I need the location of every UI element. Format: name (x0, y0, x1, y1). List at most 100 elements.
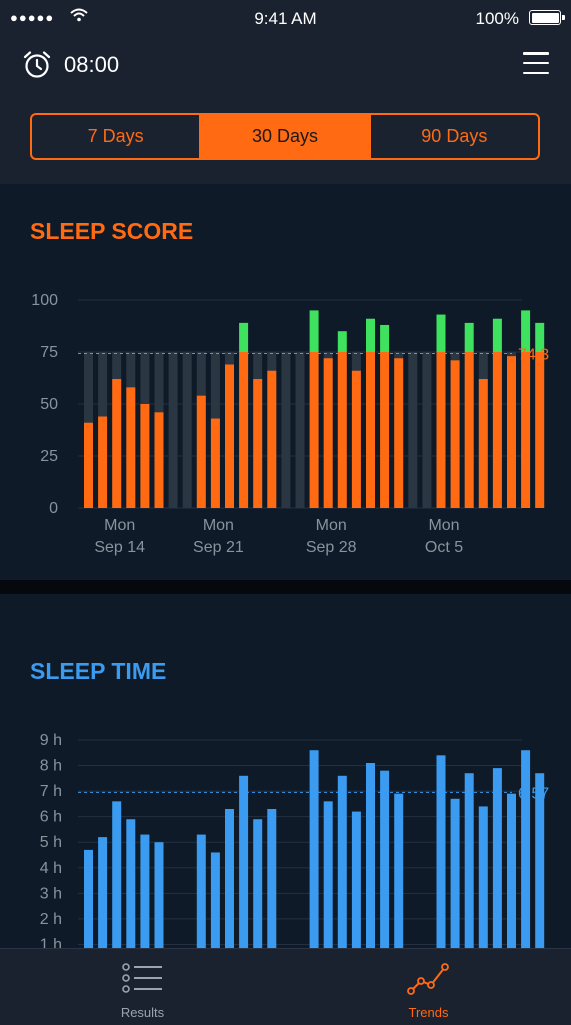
score-bar-above-threshold (380, 324, 390, 352)
time-bar (337, 775, 347, 948)
sleep-time-chart: 0 h1 h2 h3 h4 h5 h6 h7 h8 h9 h6:57 (0, 724, 571, 948)
trends-icon (286, 961, 571, 995)
section-divider (0, 580, 571, 594)
score-x-tick-date: Sep 14 (94, 539, 145, 556)
score-background-bar (422, 352, 432, 508)
score-bar (126, 387, 136, 508)
score-bar (140, 404, 150, 508)
time-bar (210, 852, 220, 948)
score-y-tick: 100 (31, 292, 58, 309)
time-bar (380, 770, 390, 948)
battery-icon (529, 10, 565, 25)
time-bar (140, 834, 150, 948)
score-background-bar (281, 352, 291, 508)
time-y-tick: 1 h (40, 936, 62, 948)
time-bar (464, 773, 474, 948)
sleep-time-card: SLEEP TIME 0 h1 h2 h3 h4 h5 h6 h7 h8 h9 … (0, 594, 571, 948)
tab-trends-label: Trends (408, 1005, 449, 1020)
score-bar (436, 352, 446, 508)
time-bar (394, 793, 404, 948)
time-y-tick: 6 h (40, 809, 62, 826)
time-bar (126, 819, 136, 948)
time-bar (196, 834, 206, 948)
time-bar (225, 809, 234, 948)
time-bar (521, 750, 531, 948)
score-background-bar (295, 352, 305, 508)
tab-90-days[interactable]: 90 Days (368, 115, 538, 158)
score-x-tick-day: Mon (428, 517, 459, 534)
time-bar (112, 801, 122, 948)
score-bar (366, 352, 375, 508)
score-x-tick-day: Mon (316, 517, 347, 534)
score-bar (253, 379, 263, 508)
score-bar-above-threshold (337, 331, 347, 352)
time-y-tick: 9 h (40, 732, 62, 749)
alarm-time[interactable]: 08:00 (64, 52, 119, 78)
score-bar-above-threshold (309, 310, 319, 352)
score-bar-above-threshold (436, 314, 446, 352)
score-bar (225, 364, 234, 508)
score-bar-above-threshold (464, 322, 474, 352)
score-average-label: 74.3 (518, 346, 549, 363)
score-bar-above-threshold (492, 318, 502, 352)
sleep-score-card: SLEEP SCORE 0 25 50 75 100 74.3 Mon Sep 14 Mon Se… (0, 184, 571, 580)
score-bar (98, 416, 108, 508)
time-y-tick: 8 h (40, 758, 62, 775)
time-bar (478, 806, 488, 948)
tab-30-days[interactable]: 30 Days (199, 115, 369, 158)
score-bar (323, 358, 333, 508)
score-bar (535, 352, 545, 508)
score-background-bar (408, 352, 418, 508)
time-bar (239, 775, 249, 948)
time-bar (253, 819, 263, 948)
time-bar (436, 755, 446, 948)
score-x-tick-date: Oct 5 (425, 539, 463, 556)
time-bar (154, 842, 164, 948)
tab-trends[interactable]: Trends (286, 949, 571, 1025)
score-bar (337, 352, 347, 508)
score-bar (351, 370, 361, 508)
time-bar (507, 793, 516, 948)
score-bar (154, 412, 164, 508)
sleep-score-svg: 0 25 50 75 100 74.3 Mon Sep 14 Mon Sep 21 Mon Sep 2… (31, 292, 549, 556)
tab-7-days[interactable]: 7 Days (32, 115, 199, 158)
tab-results-label: Results (120, 1005, 165, 1020)
tab-bar: Results Trends (0, 948, 571, 1025)
score-bar (507, 356, 516, 508)
time-y-tick: 2 h (40, 911, 62, 928)
time-bar (492, 768, 502, 948)
tab-results[interactable]: Results (0, 949, 285, 1025)
time-bar (309, 750, 319, 948)
score-bar (196, 395, 206, 508)
sleep-time-svg: 0 h1 h2 h3 h4 h5 h6 h7 h8 h9 h6:57 (40, 732, 549, 948)
time-bar (366, 763, 375, 948)
time-y-tick: 3 h (40, 885, 62, 902)
alarm-clock-icon[interactable] (22, 50, 52, 85)
score-bar (450, 360, 460, 508)
score-y-tick: 25 (40, 448, 58, 465)
time-y-tick: 7 h (40, 783, 62, 800)
time-bar (450, 798, 460, 948)
score-bar (492, 352, 502, 508)
score-x-tick-date: Sep 21 (193, 539, 244, 556)
score-bar-above-threshold (366, 318, 375, 352)
time-bar (323, 801, 333, 948)
score-bar (478, 379, 488, 508)
time-average-label: 6:57 (518, 785, 549, 802)
score-x-tick-day: Mon (203, 517, 234, 534)
time-bar (98, 837, 108, 948)
hamburger-menu-icon[interactable] (523, 52, 549, 74)
score-bar (309, 352, 319, 508)
score-bar (239, 352, 249, 508)
score-y-tick: 50 (40, 396, 58, 413)
score-bar-above-threshold (239, 322, 249, 352)
score-bar (464, 352, 474, 508)
score-bar (112, 379, 122, 508)
score-background-bar (168, 352, 178, 508)
score-x-tick-day: Mon (104, 517, 135, 534)
score-y-tick: 0 (49, 500, 58, 517)
score-x-tick-date: Sep 28 (306, 539, 357, 556)
status-bar: ●●●●● 9:41 AM 100% (0, 0, 571, 36)
score-bar (521, 352, 531, 508)
score-bar (267, 370, 277, 508)
